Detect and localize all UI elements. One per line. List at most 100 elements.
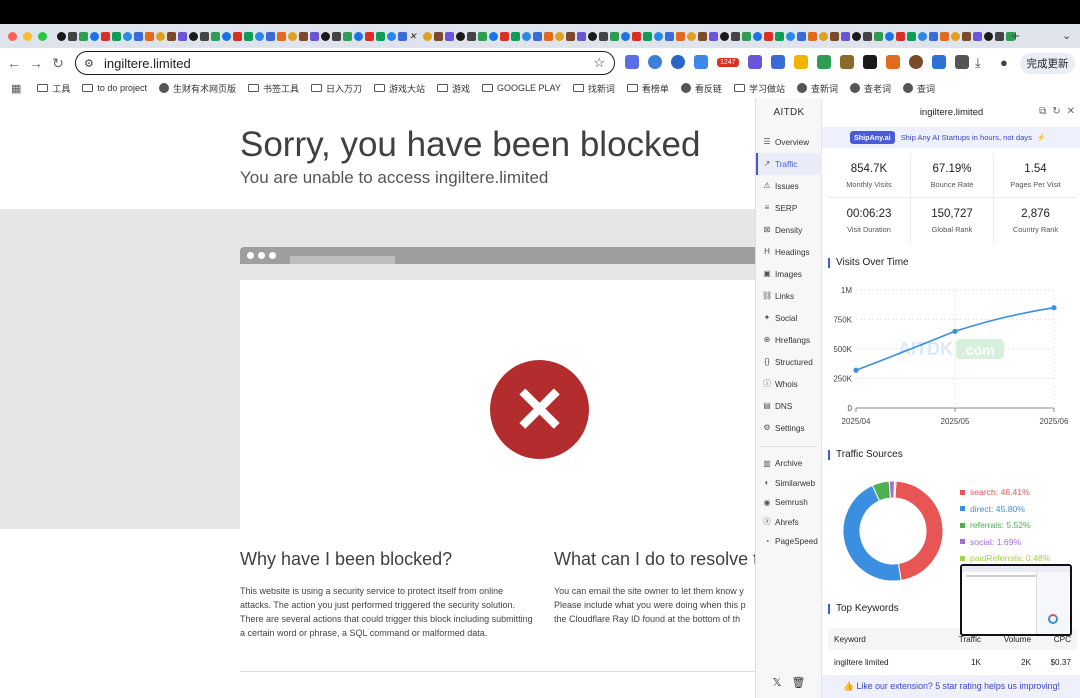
tab-favicon-icon[interactable] — [764, 31, 773, 41]
extension-icon[interactable] — [931, 55, 946, 69]
close-tab-icon[interactable]: ✕ — [409, 31, 421, 41]
refresh-icon[interactable]: ↻ — [1052, 106, 1060, 117]
tool-archive[interactable]: ▥ Archive — [756, 454, 822, 474]
extension-icon[interactable] — [839, 55, 854, 69]
extension-icon[interactable] — [885, 55, 900, 69]
promo-banner[interactable]: ShipAny.ai Ship Any AI Startups in hours… — [822, 127, 1080, 148]
tab-favicon-icon[interactable] — [786, 31, 795, 41]
tab-favicon-icon[interactable] — [57, 31, 66, 41]
tool-similarweb[interactable]: ◐ Similarweb — [756, 474, 822, 494]
tab-favicon-icon[interactable] — [885, 31, 894, 41]
bookmark-item[interactable]: 查新词 — [796, 82, 838, 95]
cloud-extension-icon[interactable] — [648, 55, 662, 69]
tab-favicon-icon[interactable] — [156, 31, 165, 41]
tab-favicon-icon[interactable] — [940, 31, 949, 41]
tab-favicon-icon[interactable] — [973, 31, 982, 41]
chevron-down-icon[interactable]: ⌄ — [1062, 29, 1071, 42]
bookmark-item[interactable]: 游戏 — [437, 82, 470, 95]
nav-item-density[interactable]: ⊠ Density — [756, 219, 822, 241]
tab-favicon-icon[interactable] — [178, 31, 187, 41]
extension-icon[interactable] — [793, 55, 808, 69]
tab-favicon-icon[interactable] — [500, 31, 509, 41]
nav-item-hreflangs[interactable]: ⊕ Hreflangs — [756, 329, 822, 351]
bookmark-item[interactable]: 查词 — [902, 82, 935, 95]
tab-favicon-icon[interactable] — [365, 31, 374, 41]
nav-item-overview[interactable]: ☰ Overview — [756, 131, 822, 153]
tab-favicon-icon[interactable] — [376, 31, 385, 41]
tab-favicon-icon[interactable] — [321, 31, 330, 41]
tab-favicon-icon[interactable] — [577, 31, 586, 41]
slice-search[interactable] — [894, 480, 944, 581]
bookmark-item[interactable]: to do project — [82, 83, 147, 93]
copy-icon[interactable]: ⧉ — [1039, 106, 1046, 117]
extension-icon[interactable] — [908, 55, 923, 69]
tab-favicon-icon[interactable] — [277, 31, 286, 41]
visits-point[interactable] — [1051, 305, 1057, 311]
tab-favicon-icon[interactable] — [288, 31, 297, 41]
forward-arrow-icon[interactable]: → — [25, 55, 47, 71]
bookmark-item[interactable]: 书签工具 — [247, 82, 299, 95]
nav-item-whois[interactable]: ⓘ Whois — [756, 373, 822, 395]
update-button[interactable]: 完成更新 — [1020, 53, 1075, 74]
tab-favicon-icon[interactable] — [233, 31, 242, 41]
tab-favicon-icon[interactable] — [808, 31, 817, 41]
tab-favicon-icon[interactable] — [467, 31, 476, 41]
legend-item-direct[interactable]: direct: 45.80% — [960, 501, 1050, 518]
extensions-puzzle-icon[interactable] — [954, 55, 969, 69]
tab-favicon-icon[interactable] — [610, 31, 619, 41]
tab-favicon-icon[interactable] — [101, 31, 110, 41]
tab-favicon-icon[interactable] — [731, 31, 740, 41]
tab-favicon-icon[interactable] — [852, 31, 861, 41]
tab-favicon-icon[interactable] — [698, 31, 707, 41]
tab-favicon-icon[interactable] — [255, 31, 264, 41]
legend-item-referrals[interactable]: referrals: 5.52% — [960, 517, 1050, 534]
tab-favicon-icon[interactable] — [632, 31, 641, 41]
tab-favicon-icon[interactable] — [588, 31, 597, 41]
zoom-window-button[interactable] — [38, 31, 47, 41]
bookmark-item[interactable]: 生财有术网页版 — [158, 82, 236, 95]
tab-favicon-icon[interactable] — [797, 31, 806, 41]
x-logo-icon[interactable]: 𝕏 — [773, 676, 782, 689]
tab-favicon-icon[interactable] — [310, 31, 319, 41]
tab-favicon-icon[interactable] — [676, 31, 685, 41]
trash-icon[interactable]: 🗑 — [791, 676, 805, 689]
bookmark-item[interactable]: 看反链 — [680, 82, 722, 95]
tab-favicon-icon[interactable] — [918, 31, 927, 41]
tab-favicon-icon[interactable] — [332, 31, 341, 41]
tab-favicon-icon[interactable] — [720, 31, 729, 41]
nav-item-images[interactable]: ▣ Images — [756, 263, 822, 285]
tab-favicon-icon[interactable] — [907, 31, 916, 41]
tab-favicon-icon[interactable] — [200, 31, 209, 41]
site-settings-icon[interactable]: ⚙ — [84, 57, 96, 70]
extension-icon[interactable] — [671, 55, 685, 69]
tab-favicon-icon[interactable] — [621, 31, 630, 41]
tab-favicon-icon[interactable] — [819, 31, 828, 41]
new-tab-icon[interactable]: + — [1011, 28, 1020, 45]
legend-item-social[interactable]: social: 1.69% — [960, 534, 1050, 551]
extension-icon[interactable] — [747, 55, 762, 69]
tab-favicon-icon[interactable] — [599, 31, 608, 41]
tab-favicon-icon[interactable] — [830, 31, 839, 41]
tab-favicon-icon[interactable] — [266, 31, 275, 41]
bookmark-item[interactable]: 看榜单 — [626, 82, 669, 95]
bookmark-item[interactable]: 日入万刀 — [310, 82, 362, 95]
visits-point[interactable] — [952, 328, 958, 334]
nav-item-settings[interactable]: ⚙ Settings — [756, 417, 822, 439]
rating-footer[interactable]: 👍 Like our extension? 5 star rating help… — [822, 675, 1080, 698]
tab-favicon-icon[interactable] — [222, 31, 231, 41]
download-icon[interactable]: ⤓ — [975, 55, 981, 71]
tab-favicon-icon[interactable] — [896, 31, 905, 41]
tool-pagespeed[interactable]: ◔ PageSpeed — [756, 532, 822, 552]
tab-favicon-icon[interactable] — [995, 31, 1004, 41]
nav-item-issues[interactable]: ⚠ Issues — [756, 175, 822, 197]
nav-item-serp[interactable]: ≡ SERP — [756, 197, 822, 219]
tab-favicon-icon[interactable] — [211, 31, 220, 41]
slice-direct[interactable] — [842, 484, 902, 582]
nav-item-headings[interactable]: H Headings — [756, 241, 822, 263]
back-arrow-icon[interactable]: ← — [3, 55, 25, 71]
extension-icon[interactable] — [625, 55, 639, 69]
tab-favicon-icon[interactable] — [962, 31, 971, 41]
nav-item-links[interactable]: ⛓ Links — [756, 285, 822, 307]
bookmark-item[interactable]: 查老词 — [849, 82, 891, 95]
tab-favicon-icon[interactable] — [299, 31, 308, 41]
